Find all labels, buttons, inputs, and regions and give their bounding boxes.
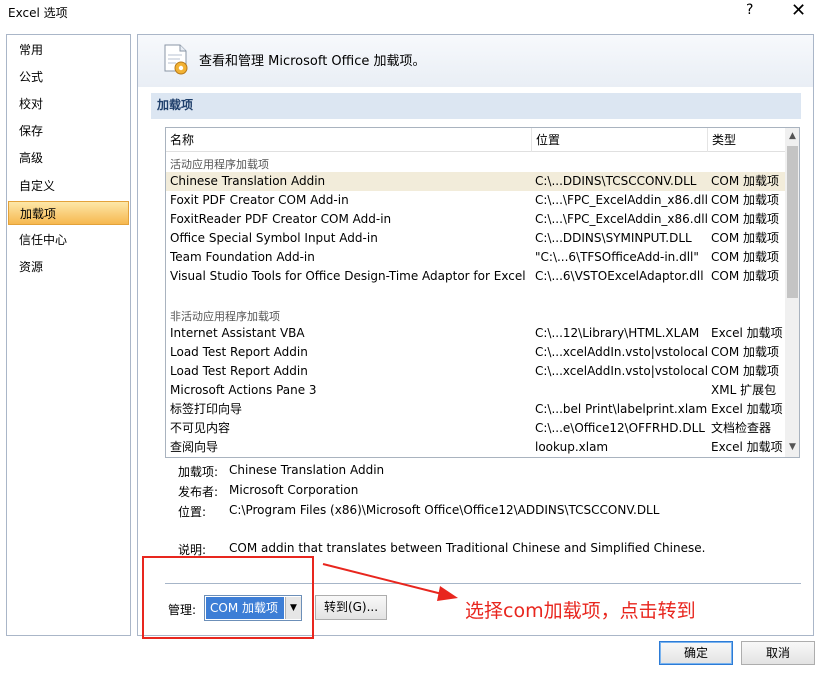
annotation-text: 选择com加载项，点击转到: [465, 600, 696, 622]
annotation-arrow-icon: [322, 563, 458, 601]
